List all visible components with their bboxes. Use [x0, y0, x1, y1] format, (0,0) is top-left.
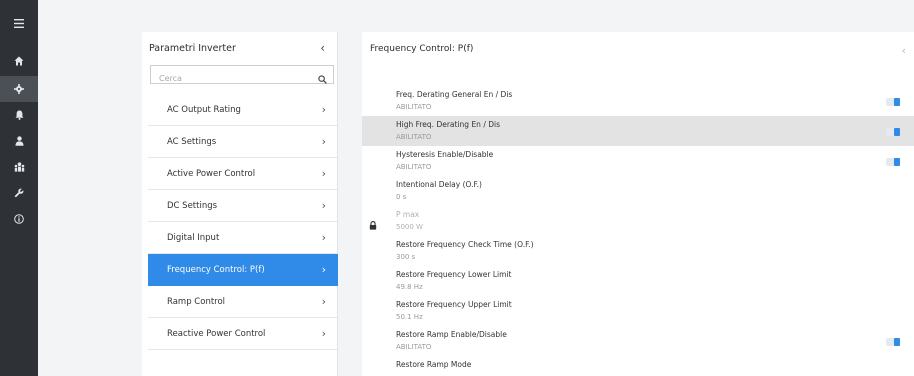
detail-panel: Frequency Control: P(f) ‹ Freq. Derating… — [362, 32, 914, 376]
chevron-right-icon: › — [321, 103, 326, 116]
chevron-right-icon: › — [321, 199, 326, 212]
param-value: ABILITATO — [396, 343, 432, 351]
param-row[interactable]: Restore Frequency Check Time (O.F.) 300 … — [362, 236, 914, 266]
param-name: Hysteresis Enable/Disable — [396, 150, 494, 159]
param-name: High Freq. Derating En / Dis — [396, 120, 500, 129]
nav-rail — [0, 0, 38, 376]
param-value: ABILITATO — [396, 163, 432, 171]
param-name: Restore Frequency Upper Limit — [396, 300, 512, 309]
param-value: ABILITATO — [396, 103, 432, 111]
panel-title: Parametri Inverter — [149, 43, 236, 54]
chevron-right-icon: › — [321, 327, 326, 340]
param-name: Restore Ramp Mode — [396, 360, 472, 369]
param-row[interactable]: Hysteresis Enable/Disable ABILITATO — [362, 146, 914, 176]
param-name: Restore Ramp Enable/Disable — [396, 330, 507, 339]
param-name: P max — [396, 210, 420, 219]
menu-item-ac-settings[interactable]: AC Settings › — [148, 126, 338, 158]
menu-item-label: AC Settings — [167, 137, 217, 147]
menu-item-label: DC Settings — [167, 201, 218, 211]
param-row[interactable]: Freq. Derating General En / Dis ABILITAT… — [362, 86, 914, 116]
param-row: P max 5000 W — [362, 206, 914, 236]
enable-toggle[interactable] — [886, 98, 900, 106]
search-icon[interactable] — [318, 69, 327, 88]
param-row[interactable]: Restore Frequency Lower Limit 49.8 Hz — [362, 266, 914, 296]
menu-item-dc-settings[interactable]: DC Settings › — [148, 190, 338, 222]
menu-item-label: Frequency Control: P(f) — [167, 265, 265, 275]
enable-toggle[interactable] — [886, 158, 900, 166]
detail-title: Frequency Control: P(f) — [370, 44, 474, 54]
collapse-button[interactable]: ‹ — [902, 44, 906, 57]
param-value: 0 s — [396, 193, 407, 201]
menu-item-label: Ramp Control — [167, 297, 226, 307]
search-box — [150, 65, 334, 87]
search-input[interactable] — [151, 70, 301, 87]
param-name: Restore Frequency Lower Limit — [396, 270, 512, 279]
home-icon[interactable] — [0, 48, 38, 74]
chevron-right-icon: › — [321, 263, 326, 276]
enable-toggle[interactable] — [886, 338, 900, 346]
menu-icon[interactable] — [0, 10, 38, 36]
toggle-knob — [894, 338, 900, 346]
menu-item-digital-input[interactable]: Digital Input › — [148, 222, 338, 254]
param-value: 300 s — [396, 253, 416, 261]
chevron-right-icon: › — [321, 295, 326, 308]
menu-item-active-power-control[interactable]: Active Power Control › — [148, 158, 338, 190]
info-icon[interactable] — [0, 206, 38, 232]
lock-icon — [369, 215, 377, 234]
param-name: Restore Frequency Check Time (O.F.) — [396, 240, 534, 249]
menu-item-label: AC Output Rating — [167, 105, 241, 115]
user-icon[interactable] — [0, 128, 38, 154]
param-row[interactable]: Restore Ramp Enable/Disable ABILITATO — [362, 326, 914, 356]
param-value: 50.1 Hz — [396, 313, 423, 321]
chevron-right-icon: › — [321, 135, 326, 148]
menu-item-label: Active Power Control — [167, 169, 256, 179]
users-icon[interactable] — [0, 154, 38, 180]
param-value: ABILITATO — [396, 133, 432, 141]
collapse-button[interactable]: ‹ — [320, 41, 325, 55]
chevron-right-icon: › — [321, 167, 326, 180]
param-value: 49.8 Hz — [396, 283, 423, 291]
menu-item-label: Digital Input — [167, 233, 220, 243]
param-name: Freq. Derating General En / Dis — [396, 90, 513, 99]
toggle-knob — [894, 98, 900, 106]
parameter-category-list: AC Output Rating › AC Settings › Active … — [148, 94, 338, 350]
enable-toggle[interactable] — [886, 128, 900, 136]
param-row[interactable]: Restore Ramp Mode — [362, 356, 914, 376]
bell-icon[interactable] — [0, 102, 38, 128]
menu-item-reactive-power-control[interactable]: Reactive Power Control › — [148, 318, 338, 350]
param-name: Intentional Delay (O.F.) — [396, 180, 482, 189]
toggle-knob — [894, 158, 900, 166]
gear-icon[interactable] — [0, 76, 38, 102]
menu-item-ramp-control[interactable]: Ramp Control › — [148, 286, 338, 318]
param-row[interactable]: Intentional Delay (O.F.) 0 s — [362, 176, 914, 206]
parameters-panel: Parametri Inverter ‹ AC Output Rating › … — [142, 32, 338, 376]
param-row[interactable]: High Freq. Derating En / Dis ABILITATO — [362, 116, 914, 146]
toggle-knob — [894, 128, 900, 136]
menu-item-ac-output-rating[interactable]: AC Output Rating › — [148, 94, 338, 126]
menu-item-frequency-control[interactable]: Frequency Control: P(f) › — [148, 254, 338, 286]
menu-item-label: Reactive Power Control — [167, 329, 266, 339]
wrench-icon[interactable] — [0, 180, 38, 206]
chevron-right-icon: › — [321, 231, 326, 244]
param-row[interactable]: Restore Frequency Upper Limit 50.1 Hz — [362, 296, 914, 326]
param-value: 5000 W — [396, 223, 423, 231]
